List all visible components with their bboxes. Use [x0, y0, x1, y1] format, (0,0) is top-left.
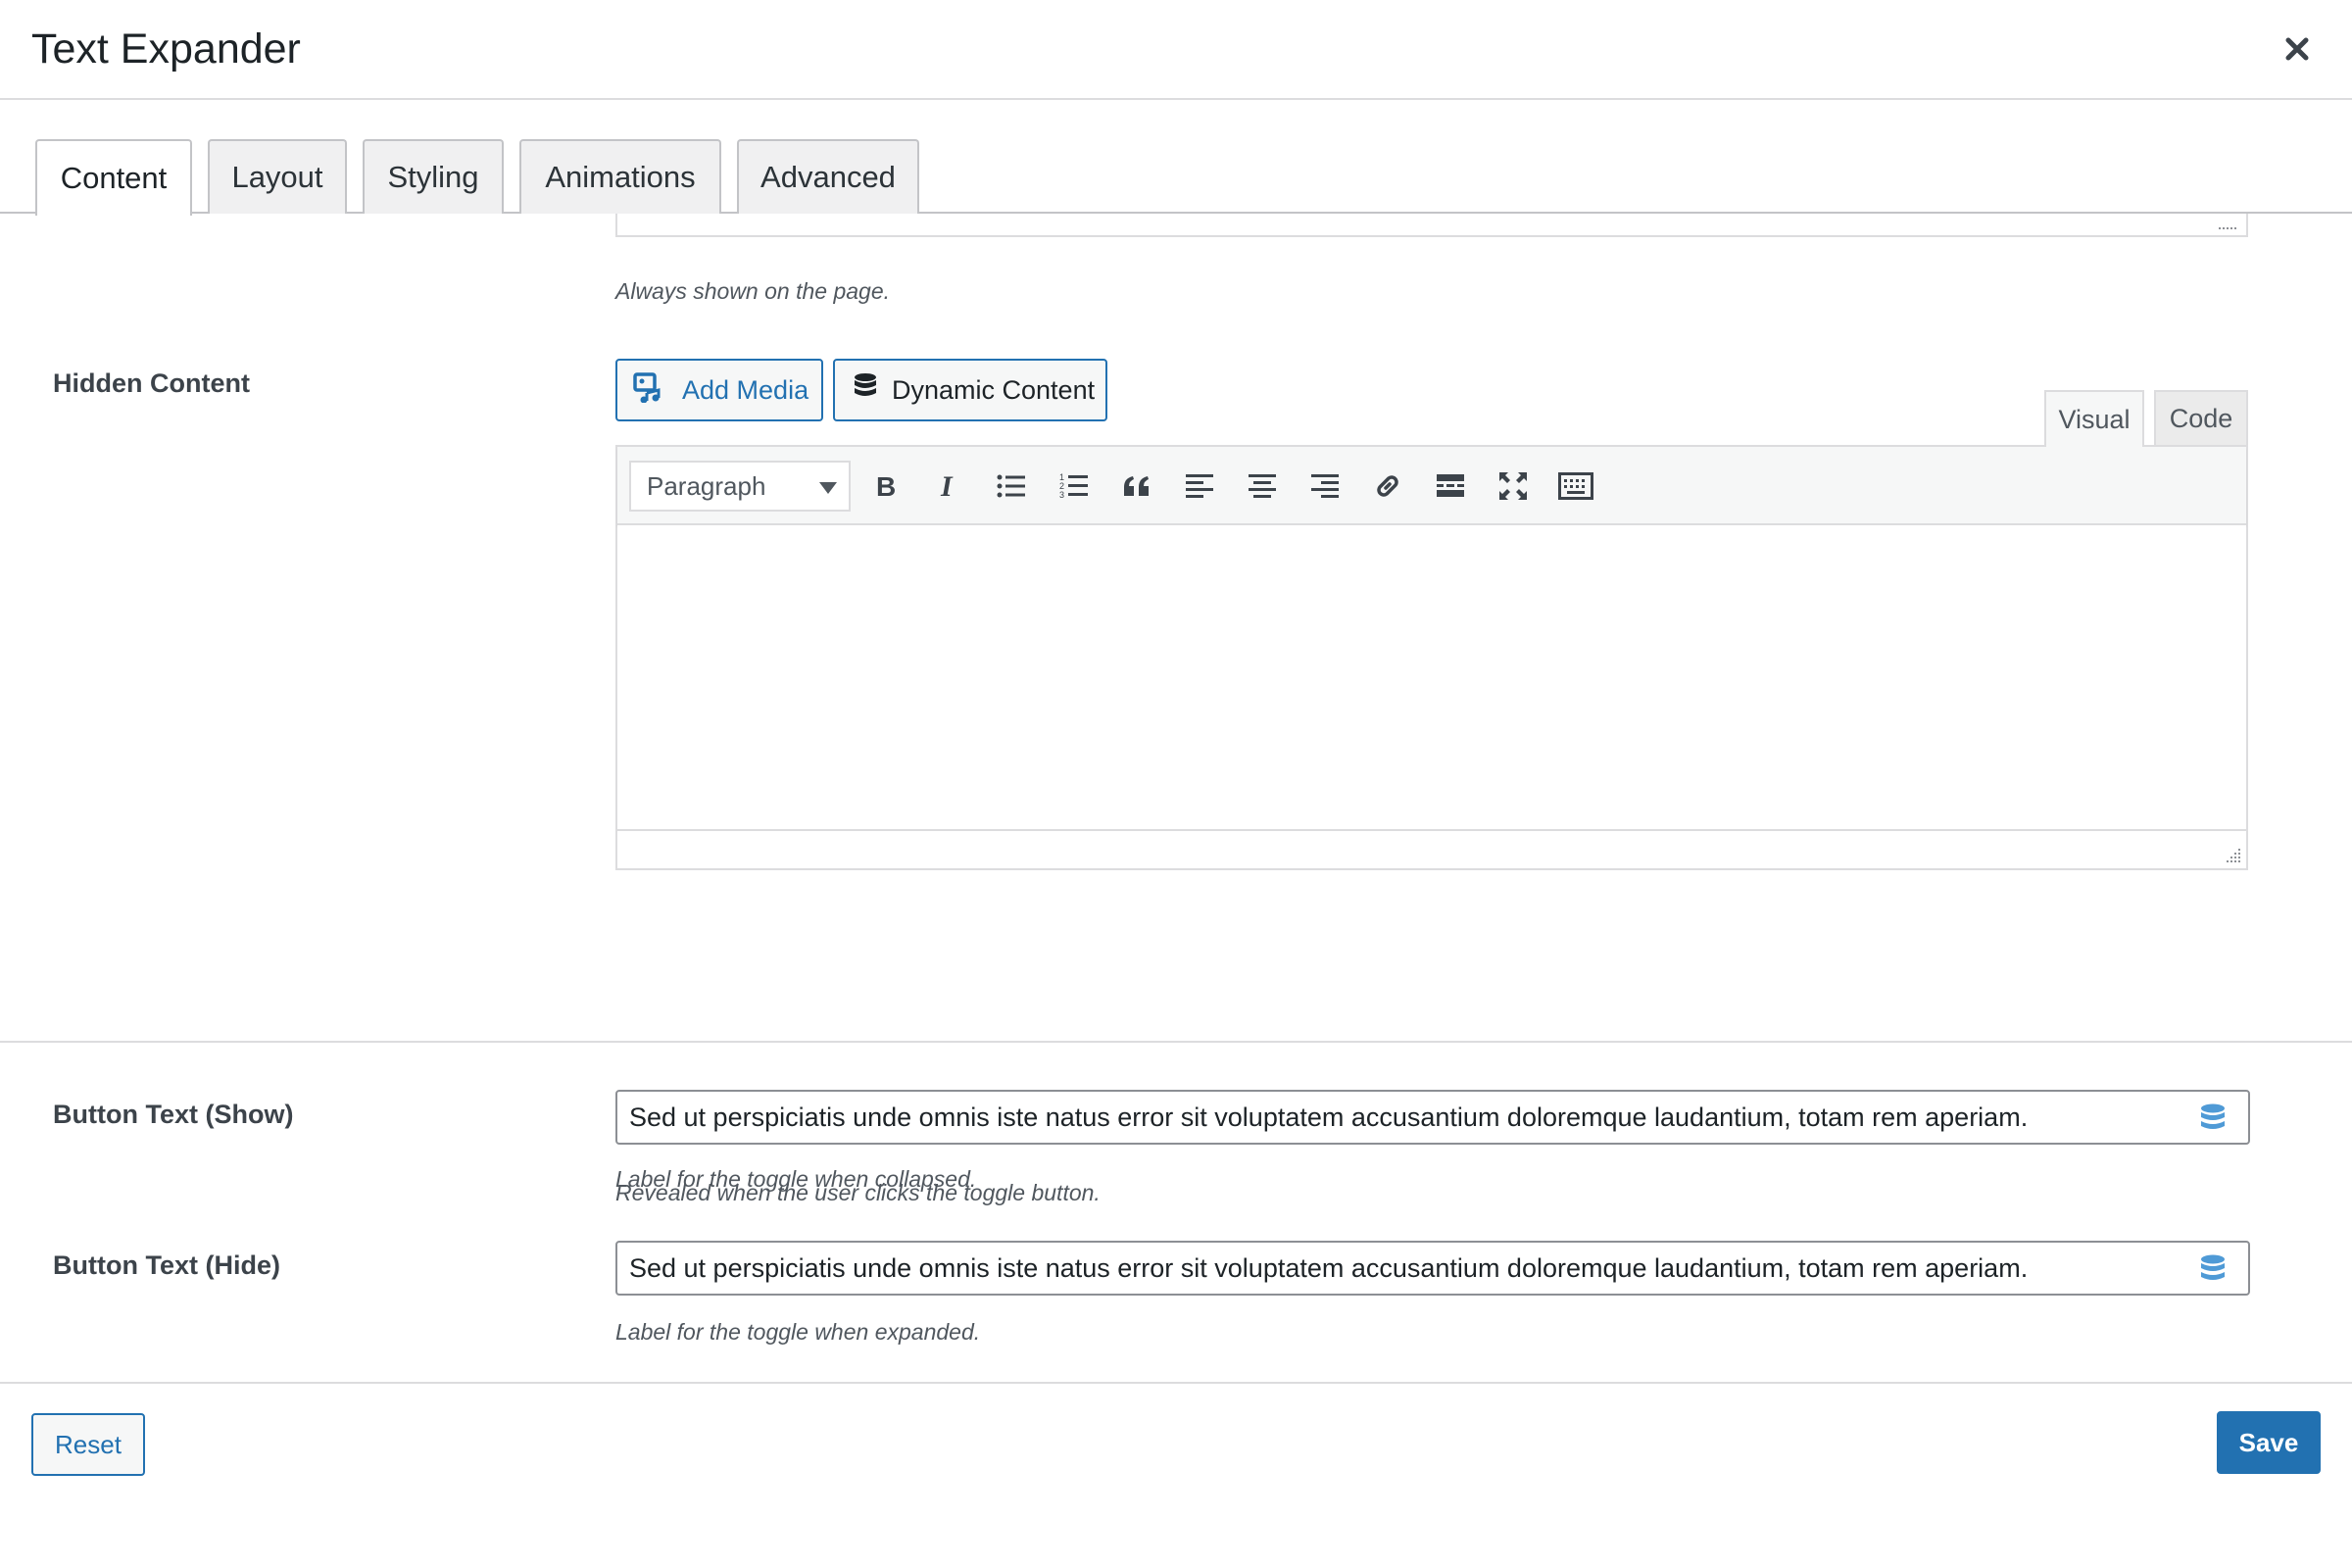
add-media-icon	[633, 371, 668, 410]
svg-text:3: 3	[1059, 490, 1064, 500]
bold-icon[interactable]: B	[864, 465, 907, 508]
bulleted-list-icon[interactable]	[990, 465, 1033, 508]
button-text-show-label: Button Text (Show)	[53, 1100, 294, 1129]
tab-content[interactable]: Content	[35, 139, 192, 216]
button-text-show-value: Sed ut perspiciatis unde omnis iste natu…	[629, 1102, 2029, 1132]
link-icon[interactable]	[1366, 465, 1409, 508]
dynamic-content-label: Dynamic Content	[892, 374, 1096, 405]
dialog-header: Text Expander	[0, 0, 2352, 100]
blockquote-icon[interactable]	[1115, 465, 1158, 508]
section-divider	[0, 1041, 2352, 1043]
resize-grip-icon[interactable]	[2219, 221, 2238, 231]
editor-mode-visual-tab[interactable]: Visual	[2044, 390, 2144, 447]
editor-toolbar: Paragraph B I 123	[617, 447, 2246, 525]
button-text-show-help: Label for the toggle when collapsed.	[615, 1166, 977, 1192]
toolbar-toggle-icon[interactable]	[1554, 465, 1597, 508]
editor-statusbar	[617, 829, 2246, 868]
format-select[interactable]: Paragraph	[629, 461, 851, 512]
add-media-label: Add Media	[682, 374, 809, 405]
editor-mode-code-tab[interactable]: Code	[2154, 390, 2248, 445]
align-center-icon[interactable]	[1241, 465, 1284, 508]
tab-advanced[interactable]: Advanced	[737, 139, 919, 214]
reset-button[interactable]: Reset	[31, 1413, 145, 1476]
dialog-footer: Reset Save	[0, 1382, 2352, 1568]
add-media-button[interactable]: Add Media	[615, 359, 823, 421]
button-text-hide-input[interactable]: Sed ut perspiciatis unde omnis iste natu…	[615, 1241, 2250, 1296]
fullscreen-icon[interactable]	[1492, 465, 1535, 508]
visible-content-help: Always shown on the page.	[615, 278, 891, 304]
editor-body[interactable]	[617, 525, 2246, 831]
italic-icon[interactable]: I	[927, 465, 970, 508]
button-text-hide-help: Label for the toggle when expanded.	[615, 1319, 981, 1345]
button-text-hide-label: Button Text (Hide)	[53, 1250, 280, 1280]
resize-handle-icon[interactable]	[2223, 845, 2242, 864]
tab-styling[interactable]: Styling	[363, 139, 504, 214]
tab-animations[interactable]: Animations	[519, 139, 721, 214]
visible-content-editor[interactable]	[615, 214, 2248, 237]
svg-text:B: B	[876, 471, 896, 501]
close-icon[interactable]	[2281, 33, 2313, 65]
read-more-icon[interactable]	[1429, 465, 1472, 508]
hidden-content-editor: Paragraph B I 123	[615, 445, 2248, 870]
hidden-content-label: Hidden Content	[53, 368, 250, 398]
dynamic-field-icon[interactable]	[2199, 1103, 2227, 1135]
database-icon	[853, 372, 878, 409]
settings-content[interactable]: Always shown on the page. Hidden Content…	[0, 214, 2352, 1382]
text-expander-dialog: Text Expander Content Layout Styling Ani…	[0, 0, 2352, 1568]
svg-text:I: I	[940, 471, 954, 501]
dynamic-field-icon[interactable]	[2199, 1254, 2227, 1286]
dialog-title: Text Expander	[31, 25, 301, 73]
button-text-show-input[interactable]: Sed ut perspiciatis unde omnis iste natu…	[615, 1090, 2250, 1145]
numbered-list-icon[interactable]: 123	[1053, 465, 1096, 508]
format-select-value: Paragraph	[647, 470, 766, 501]
align-left-icon[interactable]	[1178, 465, 1221, 508]
tab-layout[interactable]: Layout	[208, 139, 347, 214]
align-right-icon[interactable]	[1303, 465, 1347, 508]
dynamic-content-button[interactable]: Dynamic Content	[833, 359, 1107, 421]
save-button[interactable]: Save	[2217, 1411, 2321, 1474]
chevron-down-icon	[819, 482, 837, 494]
tab-bar: Content Layout Styling Animations Advanc…	[0, 100, 2352, 216]
button-text-hide-value: Sed ut perspiciatis unde omnis iste natu…	[629, 1252, 2029, 1283]
